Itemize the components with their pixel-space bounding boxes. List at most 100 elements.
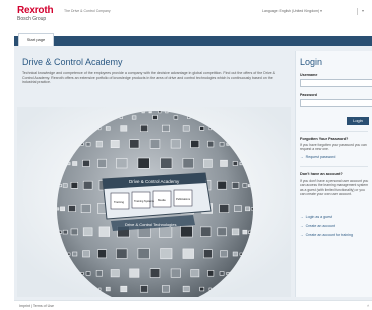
forgot-text: If you have forgotten your password you … [300, 143, 367, 152]
language-selector[interactable]: Language: English (United Kingdom) ▾ [262, 9, 322, 14]
photo-tile [242, 183, 248, 188]
create-account-link[interactable]: → Create an account [300, 224, 335, 229]
rexroth-logo[interactable]: Rexroth [17, 6, 54, 16]
login-panel: Login Username Password Login Forgotten … [295, 51, 372, 297]
photo-tile [137, 157, 150, 169]
photo-tile [97, 249, 107, 259]
photo-tile [70, 228, 78, 236]
photo-tile [95, 140, 103, 148]
photo-tile [82, 180, 93, 190]
photo-tile [207, 140, 215, 148]
photo-tile [207, 270, 215, 277]
photo-tile [62, 229, 68, 235]
hero-subtitle: Drive & Control Technologies [125, 222, 177, 227]
photo-tile [162, 124, 170, 133]
arrow-right-icon: → [300, 224, 304, 228]
photo-tile [231, 182, 240, 189]
photo-tile [110, 269, 120, 278]
bosch-group-label: Bosch Group [17, 16, 47, 22]
photo-tile [180, 226, 193, 238]
photo-tile [116, 158, 128, 169]
photo-tile [149, 139, 161, 149]
photo-tile [72, 161, 78, 166]
photo-tile [60, 206, 66, 212]
photo-tile [217, 180, 228, 190]
photo-tile [219, 271, 225, 276]
photo-tile [120, 125, 128, 132]
photo-tile [110, 139, 120, 148]
photo-tile [232, 251, 238, 257]
arrow-right-icon: → [300, 155, 304, 159]
login-title: Login [300, 57, 323, 67]
chevron-down-icon[interactable]: ▾ [362, 8, 364, 14]
photo-tile [120, 285, 128, 293]
footer: Imprint | Terms of Use ˄ [14, 300, 372, 310]
create-training-account-link[interactable]: → Create an account for training [300, 233, 353, 238]
photo-tile [219, 142, 225, 147]
photo-tile [70, 182, 78, 189]
arrow-up-icon[interactable]: ˄ [367, 303, 369, 308]
photo-tile [160, 157, 173, 169]
photo-tile [105, 286, 111, 292]
guest-login-label: Login as a guest [305, 215, 332, 219]
no-account-text: If you don't have a personal user accoun… [300, 179, 369, 197]
intro-text: Technical knowledge and competence of th… [22, 71, 276, 85]
header: Rexroth Bosch Group The Drive & Control … [0, 0, 372, 30]
tab-start-page[interactable]: Start page [18, 33, 54, 46]
photo-tile [232, 161, 238, 166]
photo-tile [62, 183, 68, 188]
academy-board-label: Drive & Control Academy [129, 179, 180, 184]
photo-tile [116, 248, 128, 259]
login-button[interactable]: Login [347, 117, 369, 125]
photo-tile [105, 126, 111, 131]
photo-tile [68, 205, 76, 212]
hero-image: Drive & Control Academy Training Trainin… [17, 107, 291, 297]
photo-tile [170, 139, 181, 149]
company-tagline: The Drive & Control Company [64, 9, 111, 13]
footer-links[interactable]: Imprint | Terms of Use [19, 304, 54, 309]
divider [300, 166, 368, 167]
photo-tile [219, 204, 230, 214]
photo-tile [85, 142, 91, 147]
panel-publications: Publications [176, 197, 191, 201]
photo-tile [173, 115, 179, 120]
photo-tile [85, 271, 91, 276]
divider [300, 131, 368, 132]
request-password-label: Request password [305, 155, 336, 159]
guest-login-link[interactable]: → Login as a guest [300, 215, 332, 220]
photo-tile [82, 250, 90, 258]
photo-tile [234, 205, 242, 212]
photo-tile [203, 158, 213, 168]
photo-tile [245, 206, 250, 212]
username-field[interactable] [300, 79, 372, 87]
password-field[interactable] [300, 99, 372, 107]
photo-tile [140, 285, 149, 293]
photo-tile [199, 286, 205, 292]
photo-tile [182, 285, 190, 293]
photo-tile [98, 226, 110, 237]
photo-tile [217, 227, 228, 237]
arrow-right-icon: → [300, 233, 304, 237]
photo-tile [131, 115, 137, 120]
main-navbar [14, 36, 372, 46]
photo-tile [182, 248, 194, 259]
photo-tile [242, 229, 248, 235]
create-account-label: Create an account [305, 224, 335, 228]
photo-tile [182, 125, 190, 132]
photo-tile [82, 159, 90, 167]
no-account-heading: Don't have an account? [300, 172, 343, 176]
request-password-link[interactable]: → Request password [300, 155, 335, 160]
photo-tile [80, 204, 91, 214]
photo-tile [95, 270, 103, 277]
page-title: Drive & Control Academy [22, 57, 123, 67]
photo-tile [129, 268, 140, 278]
photo-tile [231, 228, 240, 236]
panel-training: Training [114, 200, 124, 204]
photo-tile [152, 115, 158, 120]
create-training-account-label: Create an account for training [305, 233, 353, 237]
photo-tile [149, 268, 161, 278]
photo-tile [200, 226, 212, 237]
photo-tile [220, 250, 228, 258]
header-divider [357, 8, 358, 15]
forgot-heading: Forgotten Your Password? [300, 137, 349, 141]
